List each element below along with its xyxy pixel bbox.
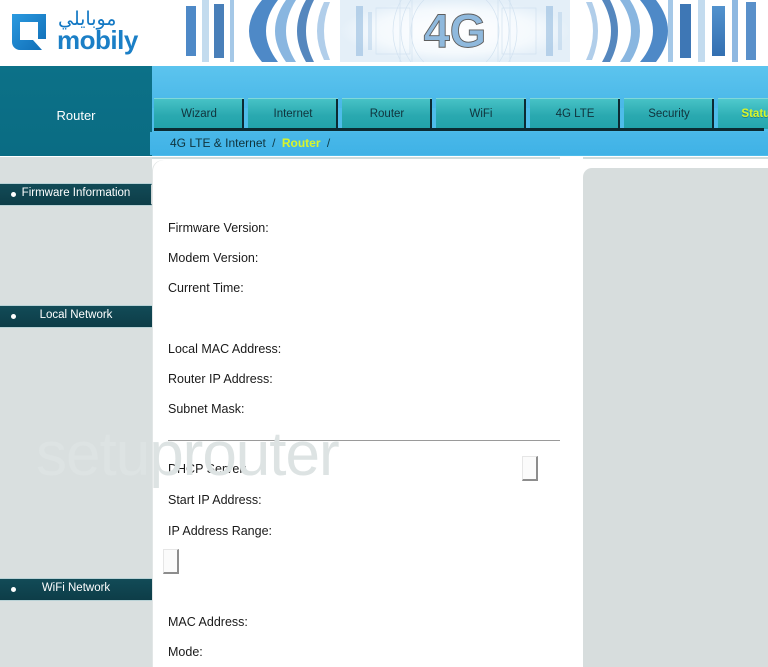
tab-router[interactable]: Router xyxy=(342,98,432,129)
section-title-block: Router xyxy=(0,66,152,156)
content-top-divider xyxy=(152,157,768,159)
breadcrumb-separator-1: / xyxy=(272,136,276,150)
breadcrumb-bar: 4G LTE & Internet / Router / xyxy=(150,132,768,155)
panel-gap xyxy=(560,157,583,667)
sidebar-item-label: Firmware Information xyxy=(21,187,131,199)
sidebar: Firmware Information Local Network WiFi Ne… xyxy=(0,157,160,667)
mobily-q-logo-icon xyxy=(8,9,52,53)
brand-logo[interactable]: موبايلي mobily xyxy=(0,0,186,62)
field-label-dhcp-server: DHCP Server: xyxy=(168,462,247,476)
svg-text:4G: 4G xyxy=(424,4,487,57)
breadcrumb: 4G LTE & Internet / Router / xyxy=(170,136,333,150)
tab-security[interactable]: Security xyxy=(624,98,714,129)
tab-label: Router xyxy=(369,108,405,120)
field-label-modem-version: Modem Version: xyxy=(168,251,259,265)
tab-label: WiFi xyxy=(469,108,493,120)
field-label-current-time: Current Time: xyxy=(168,281,244,295)
field-label-mode: Mode: xyxy=(168,645,203,659)
field-label-subnet-mask: Subnet Mask: xyxy=(168,402,245,416)
tab-wifi[interactable]: WiFi xyxy=(436,98,526,129)
field-label-ip-address-range: IP Address Range: xyxy=(168,524,273,538)
breadcrumb-separator-2: / xyxy=(326,136,331,150)
section-divider xyxy=(168,440,568,441)
field-label-mac-address: MAC Address: xyxy=(168,615,248,629)
banner-artwork-svg: 4G xyxy=(150,0,768,62)
right-side-panel xyxy=(583,168,768,667)
tab-status[interactable]: Status xyxy=(718,98,768,129)
broken-image-placeholder-range xyxy=(163,549,179,574)
sidebar-item-firmware-information[interactable]: Firmware Information xyxy=(0,183,160,206)
field-label-local-mac-address: Local MAC Address: xyxy=(168,342,282,356)
tab-4g-lte[interactable]: 4G LTE xyxy=(530,98,620,129)
tab-internet[interactable]: Internet xyxy=(248,98,338,129)
field-label-router-ip-address: Router IP Address: xyxy=(168,372,273,386)
navigation-zone: Router Wizard Internet Router WiFi 4G LTE Sec… xyxy=(0,62,768,157)
breadcrumb-current[interactable]: Router xyxy=(282,136,321,150)
broken-image-placeholder-dhcp xyxy=(522,456,538,481)
main-tabs: Wizard Internet Router WiFi 4G LTE Security St… xyxy=(154,98,768,129)
tab-label: Wizard xyxy=(181,108,217,120)
sidebar-item-label: WiFi Network xyxy=(41,582,111,594)
field-label-firmware-version: Firmware Version: xyxy=(168,221,269,235)
brand-name-english: mobily xyxy=(57,25,138,55)
sidebar-item-label: Local Network xyxy=(39,309,113,321)
sidebar-item-wifi-network[interactable]: WiFi Network xyxy=(0,578,152,601)
tab-label: 4G LTE xyxy=(555,108,595,120)
main-content-panel: Firmware Version: Modem Version: Current T… xyxy=(152,160,583,667)
router-admin-page: 4G موبايلي mobily Router Wizard Internet… xyxy=(0,0,768,667)
tab-label: Internet xyxy=(273,108,313,120)
sidebar-item-local-network[interactable]: Local Network xyxy=(0,305,152,328)
4g-banner-graphic: 4G xyxy=(150,0,768,62)
tab-wizard[interactable]: Wizard xyxy=(154,98,244,129)
field-label-start-ip-address: Start IP Address: xyxy=(168,493,262,507)
breadcrumb-parent[interactable]: 4G LTE & Internet xyxy=(170,136,266,150)
tab-label: Security xyxy=(648,108,690,120)
tabs-underline xyxy=(154,128,764,131)
page-title: Router xyxy=(56,108,96,123)
top-banner: 4G موبايلي mobily xyxy=(0,0,768,66)
tab-label: Status xyxy=(741,108,768,120)
